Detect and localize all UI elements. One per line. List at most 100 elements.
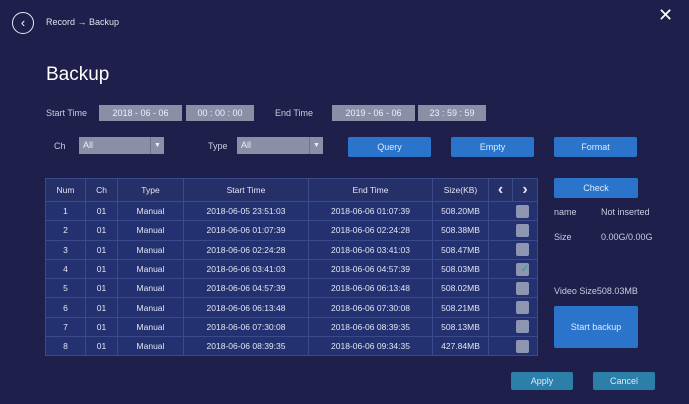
column-header: Ch (85, 178, 118, 202)
column-header: Size(KB) (432, 178, 489, 202)
page-title: Backup (46, 64, 110, 85)
row-checkbox[interactable]: ✓ (516, 262, 529, 276)
table-cell: 508.38MB (432, 220, 489, 241)
table-cell: 01 (85, 297, 118, 318)
backup-file-table: Num Ch Type Start Time End Time Size(KB) ‹ › 10… (45, 178, 538, 357)
table-cell: Manual (117, 316, 184, 338)
query-button[interactable]: Query (348, 137, 431, 157)
type-value: All (241, 140, 252, 150)
table-cell: Manual (117, 200, 184, 222)
end-time-label: End Time (275, 108, 314, 118)
table-row[interactable]: 1 01 Manual 2018-06-05 23:51:03 2018-06-06 0… (45, 200, 538, 222)
device-name-label: name (554, 207, 577, 217)
row-checkbox[interactable] (516, 320, 529, 334)
table-cell: 2018-06-06 07:30:08 (183, 316, 309, 338)
table-cell: Manual (117, 258, 184, 280)
video-size: Video Size508.03MB (554, 286, 638, 296)
table-row[interactable]: 3 01 Manual 2018-06-06 02:24:28 2018-06-06 0… (45, 239, 538, 260)
column-header: End Time (308, 178, 433, 202)
table-cell: 8 (45, 336, 86, 357)
format-button[interactable]: Format (554, 137, 637, 157)
ch-select[interactable]: All ▼ (79, 137, 164, 154)
row-select-cell (488, 278, 538, 299)
table-cell: 7 (45, 316, 86, 338)
table-row[interactable]: 5 01 Manual 2018-06-06 04:57:39 2018-06-06 0… (45, 278, 538, 299)
table-cell: 01 (85, 239, 118, 260)
table-row[interactable]: 7 01 Manual 2018-06-06 07:30:08 2018-06-06 0… (45, 316, 538, 338)
column-header: Num (45, 178, 86, 202)
table-cell: 2018-06-06 07:30:08 (308, 297, 433, 318)
table-cell: 6 (45, 297, 86, 318)
table-cell: 2018-06-06 03:41:03 (308, 239, 433, 260)
table-row[interactable]: 6 01 Manual 2018-06-06 06:13:48 2018-06-06 0… (45, 297, 538, 318)
back-button[interactable]: ‹ (12, 12, 34, 34)
table-cell: 01 (85, 278, 118, 299)
row-select-cell (488, 200, 538, 222)
table-cell: 2018-06-06 02:24:28 (183, 239, 309, 260)
type-select[interactable]: All ▼ (237, 137, 323, 154)
end-time-input[interactable]: 23 : 59 : 59 (418, 105, 486, 121)
empty-button[interactable]: Empty (451, 137, 534, 157)
table-cell: 01 (85, 336, 118, 357)
table-cell: 01 (85, 200, 118, 222)
device-size-value: 0.00G/0.00G (601, 232, 653, 242)
apply-button[interactable]: Apply (511, 372, 573, 390)
row-checkbox[interactable] (516, 339, 529, 353)
row-checkbox[interactable] (516, 223, 529, 237)
row-select-cell (488, 316, 538, 338)
start-time-input[interactable]: 00 : 00 : 00 (186, 105, 254, 121)
row-select-cell (488, 239, 538, 260)
cancel-button[interactable]: Cancel (593, 372, 655, 390)
row-checkbox[interactable] (516, 281, 529, 295)
table-cell: 2018-06-06 06:13:48 (308, 278, 433, 299)
table-cell: 01 (85, 316, 118, 338)
breadcrumb: Record → Backup (46, 17, 120, 27)
next-page-button[interactable]: › (512, 178, 538, 202)
row-checkbox[interactable] (516, 301, 529, 315)
row-select-cell (488, 336, 538, 357)
row-select-cell (488, 297, 538, 318)
table-cell: 2 (45, 220, 86, 241)
table-row[interactable]: 4 01 Manual 2018-06-06 03:41:03 2018-06-06 0… (45, 258, 538, 280)
table-cell: 4 (45, 258, 86, 280)
table-cell: 508.47MB (432, 239, 489, 260)
table-cell: Manual (117, 220, 184, 241)
start-time-label: Start Time (46, 108, 88, 118)
table-cell: 2018-06-06 08:39:35 (183, 336, 309, 357)
table-cell: 01 (85, 258, 118, 280)
table-cell: Manual (117, 297, 184, 318)
table-cell: 2018-06-06 08:39:35 (308, 316, 433, 338)
row-checkbox[interactable] (516, 243, 529, 257)
table-cell: 01 (85, 220, 118, 241)
table-cell: 2018-06-05 23:51:03 (183, 200, 309, 222)
ch-value: All (83, 140, 94, 150)
chevron-down-icon: ▼ (150, 137, 164, 154)
table-cell: 508.20MB (432, 200, 489, 222)
device-name-value: Not inserted (601, 207, 650, 217)
row-checkbox[interactable] (516, 204, 529, 218)
table-cell: 508.13MB (432, 316, 489, 338)
table-cell: 508.02MB (432, 278, 489, 299)
chevron-right-icon: › (522, 181, 528, 198)
table-cell: 508.21MB (432, 297, 489, 318)
table-cell: 2018-06-06 06:13:48 (183, 297, 309, 318)
table-row[interactable]: 2 01 Manual 2018-06-06 01:07:39 2018-06-06 0… (45, 220, 538, 241)
check-button[interactable]: Check (554, 178, 638, 198)
column-header: Start Time (183, 178, 309, 202)
table-cell: 508.03MB (432, 258, 489, 280)
table-cell: Manual (117, 239, 184, 260)
start-backup-button[interactable]: Start backup (554, 306, 638, 348)
table-cell: 2018-06-06 04:57:39 (308, 258, 433, 280)
table-cell: 2018-06-06 01:07:39 (183, 220, 309, 241)
table-cell: 5 (45, 278, 86, 299)
prev-page-button[interactable]: ‹ (488, 178, 513, 202)
end-date-input[interactable]: 2019 - 06 - 06 (332, 105, 415, 121)
chevron-down-icon: ▼ (309, 137, 323, 154)
close-icon[interactable]: ✕ (658, 5, 673, 26)
ch-label: Ch (54, 141, 66, 151)
column-header: Type (117, 178, 184, 202)
table-row[interactable]: 8 01 Manual 2018-06-06 08:39:35 2018-06-06 0… (45, 336, 538, 357)
start-date-input[interactable]: 2018 - 06 - 06 (99, 105, 182, 121)
chevron-left-icon: ‹ (20, 15, 26, 30)
table-cell: 1 (45, 200, 86, 222)
